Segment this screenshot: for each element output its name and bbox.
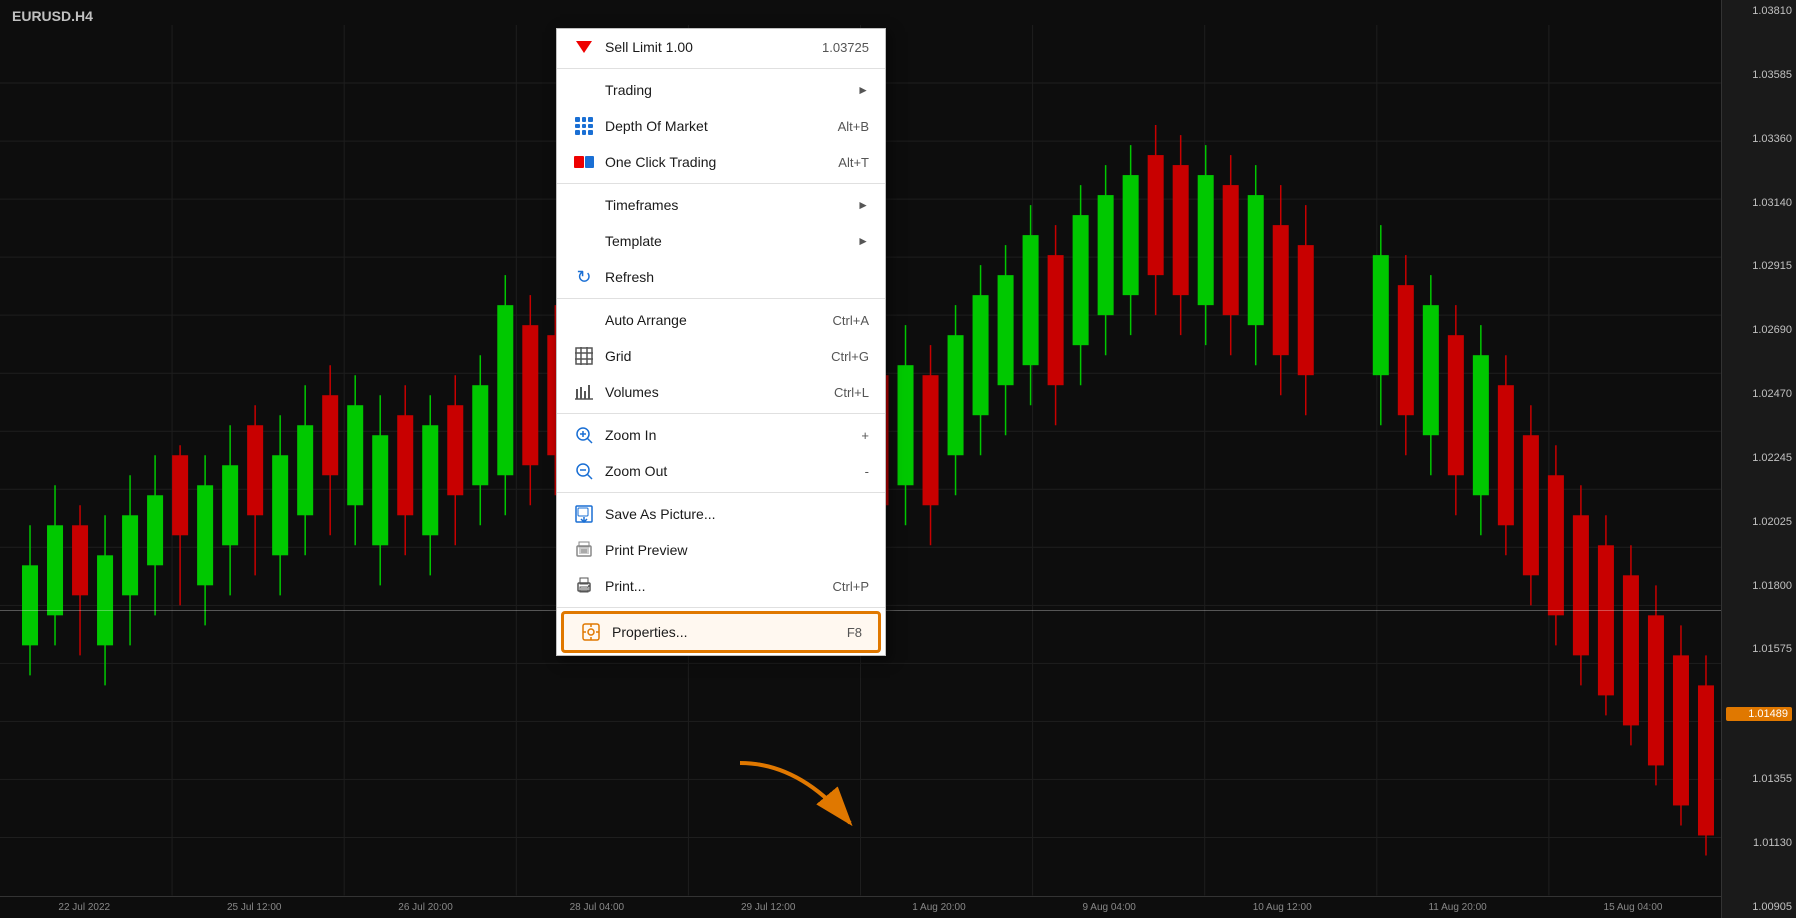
print-icon	[573, 575, 595, 597]
price-label: 1.01575	[1726, 643, 1792, 655]
menu-separator	[557, 413, 885, 414]
menu-item-zoom-in[interactable]: Zoom In +	[557, 417, 885, 453]
template-icon	[573, 230, 595, 252]
time-label: 1 Aug 20:00	[912, 902, 965, 913]
menu-item-depth-of-market[interactable]: Depth Of Market Alt+B	[557, 108, 885, 144]
price-label: 1.01130	[1726, 837, 1792, 849]
price-label: 1.01800	[1726, 580, 1792, 592]
menu-item-trading[interactable]: Trading ►	[557, 72, 885, 108]
menu-label-oneclick: One Click Trading	[605, 154, 838, 170]
menu-label-refresh: Refresh	[605, 269, 869, 285]
menu-label-zoom-in: Zoom In	[605, 427, 861, 443]
one-click-trading-icon	[573, 151, 595, 173]
menu-shortcut-zoom-in: +	[861, 428, 869, 443]
price-label: 1.02470	[1726, 388, 1792, 400]
menu-shortcut-zoom-out: -	[865, 464, 869, 479]
menu-label-save: Save As Picture...	[605, 506, 869, 522]
menu-shortcut-volumes: Ctrl+L	[834, 385, 869, 400]
menu-item-one-click-trading[interactable]: One Click Trading Alt+T	[557, 144, 885, 180]
time-label: 28 Jul 04:00	[570, 902, 625, 913]
price-label: 1.01355	[1726, 773, 1792, 785]
time-label: 26 Jul 20:00	[398, 902, 453, 913]
time-axis: 22 Jul 2022 25 Jul 12:00 26 Jul 20:00 28…	[0, 896, 1721, 918]
print-preview-icon	[573, 539, 595, 561]
menu-shortcut-grid: Ctrl+G	[831, 349, 869, 364]
menu-item-print-preview[interactable]: Print Preview	[557, 532, 885, 568]
time-label: 15 Aug 04:00	[1604, 902, 1663, 913]
menu-item-timeframes[interactable]: Timeframes ►	[557, 187, 885, 223]
menu-label-depth: Depth Of Market	[605, 118, 838, 134]
zoom-out-icon	[573, 460, 595, 482]
time-label: 11 Aug 20:00	[1428, 902, 1486, 913]
zoom-in-icon	[573, 424, 595, 446]
current-price-label: 1.01489	[1726, 707, 1792, 721]
menu-item-save-as-picture[interactable]: Save As Picture...	[557, 496, 885, 532]
menu-shortcut-auto-arrange: Ctrl+A	[833, 313, 869, 328]
price-label: 1.03585	[1726, 69, 1792, 81]
time-label: 29 Jul 12:00	[741, 902, 796, 913]
menu-label-zoom-out: Zoom Out	[605, 463, 865, 479]
time-label: 10 Aug 12:00	[1253, 902, 1312, 913]
menu-label-sell-limit: Sell Limit 1.00	[605, 39, 822, 55]
price-label: 1.02025	[1726, 516, 1792, 528]
timeframes-icon	[573, 194, 595, 216]
menu-separator	[557, 607, 885, 608]
menu-separator	[557, 68, 885, 69]
price-label: 1.03810	[1726, 5, 1792, 17]
price-label: 1.02245	[1726, 452, 1792, 464]
menu-item-volumes[interactable]: Volumes Ctrl+L	[557, 374, 885, 410]
price-axis: 1.03810 1.03585 1.03360 1.03140 1.02915 …	[1721, 0, 1796, 918]
menu-label-grid: Grid	[605, 348, 831, 364]
menu-label-print: Print...	[605, 578, 833, 594]
menu-item-print[interactable]: Print... Ctrl+P	[557, 568, 885, 604]
arrow-icon: ►	[857, 234, 869, 248]
refresh-icon: ↻	[573, 266, 595, 288]
menu-item-auto-arrange[interactable]: Auto Arrange Ctrl+A	[557, 302, 885, 338]
volumes-icon	[573, 381, 595, 403]
menu-label-print-preview: Print Preview	[605, 542, 869, 558]
price-label: 1.03140	[1726, 197, 1792, 209]
auto-arrange-icon	[573, 309, 595, 331]
menu-shortcut-depth: Alt+B	[838, 119, 869, 134]
menu-label-volumes: Volumes	[605, 384, 834, 400]
properties-icon	[580, 621, 602, 643]
menu-label-properties: Properties...	[612, 624, 847, 640]
time-label: 25 Jul 12:00	[227, 902, 282, 913]
trading-icon	[573, 79, 595, 101]
menu-item-refresh[interactable]: ↻ Refresh	[557, 259, 885, 295]
depth-of-market-icon	[573, 115, 595, 137]
grid-icon	[573, 345, 595, 367]
menu-label-trading: Trading	[605, 82, 849, 98]
arrow-icon: ►	[857, 198, 869, 212]
menu-separator	[557, 298, 885, 299]
price-label: 1.00905	[1726, 901, 1792, 913]
menu-shortcut-sell-limit: 1.03725	[822, 40, 869, 55]
menu-shortcut-properties: F8	[847, 625, 862, 640]
menu-item-properties[interactable]: Properties... F8	[561, 611, 881, 653]
time-label: 22 Jul 2022	[58, 902, 110, 913]
menu-item-zoom-out[interactable]: Zoom Out -	[557, 453, 885, 489]
menu-item-template[interactable]: Template ►	[557, 223, 885, 259]
sell-limit-icon	[573, 36, 595, 58]
menu-separator	[557, 492, 885, 493]
chart-area: EURUSD.H4	[0, 0, 1796, 918]
chart-title: EURUSD.H4	[12, 8, 93, 24]
menu-label-auto-arrange: Auto Arrange	[605, 312, 833, 328]
menu-item-grid[interactable]: Grid Ctrl+G	[557, 338, 885, 374]
menu-shortcut-oneclick: Alt+T	[838, 155, 869, 170]
save-as-picture-icon	[573, 503, 595, 525]
menu-separator	[557, 183, 885, 184]
menu-shortcut-print: Ctrl+P	[833, 579, 869, 594]
price-label: 1.02915	[1726, 260, 1792, 272]
menu-label-timeframes: Timeframes	[605, 197, 849, 213]
price-label: 1.02690	[1726, 324, 1792, 336]
arrow-icon: ►	[857, 83, 869, 97]
menu-item-sell-limit[interactable]: Sell Limit 1.00 1.03725	[557, 29, 885, 65]
price-label: 1.03360	[1726, 133, 1792, 145]
time-label: 9 Aug 04:00	[1082, 902, 1135, 913]
context-menu: Sell Limit 1.00 1.03725 Trading ► Depth …	[556, 28, 886, 656]
menu-label-template: Template	[605, 233, 849, 249]
